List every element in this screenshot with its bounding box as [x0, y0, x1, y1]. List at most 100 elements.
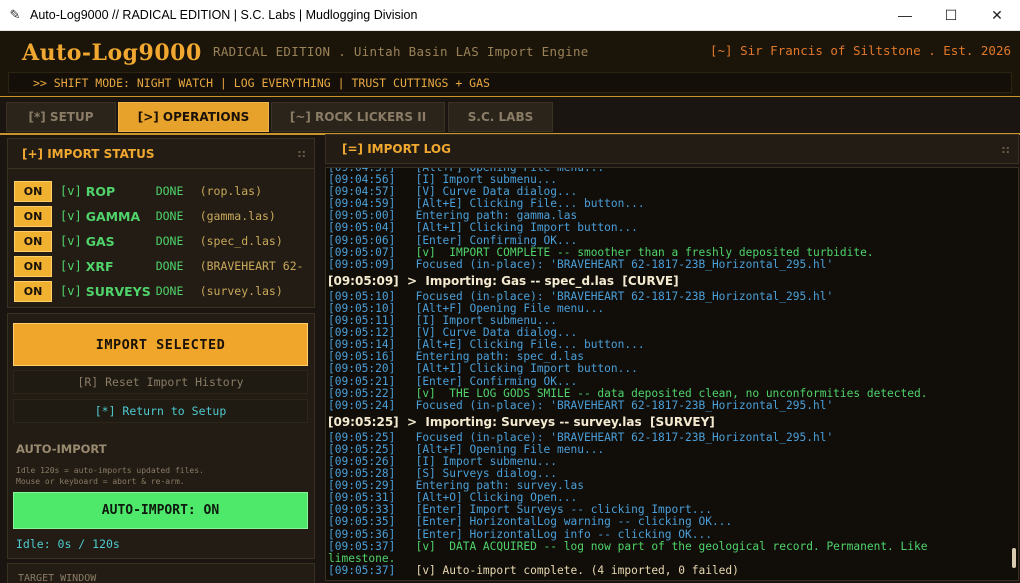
log-timestamp: [09:05:14]	[328, 339, 396, 352]
status-name: XRF	[85, 258, 114, 274]
log-line: [09:04:59] [Alt+E] Clicking File... butt…	[328, 198, 1006, 210]
status-file: (BRAVEHEART 62-	[199, 259, 304, 273]
log-message: [I] Import submenu...	[415, 455, 558, 468]
import-log-header: [=] IMPORT LOG ::	[325, 134, 1019, 164]
import-log[interactable]: [09:04:5?] [Alt+F] Opening File menu...[…	[325, 167, 1019, 581]
log-message: [Alt+O] Clicking Open...	[415, 492, 578, 505]
maximize-button[interactable]: ☐	[928, 0, 974, 31]
log-scrollbar[interactable]	[1012, 548, 1016, 568]
check-icon: [v]	[60, 259, 82, 273]
check-icon: [v]	[60, 234, 82, 248]
log-line: [09:05:22] [v] THE LOG GODS SMILE -- dat…	[328, 388, 1006, 400]
log-message: [Alt+E] Clicking File... button...	[415, 198, 645, 211]
log-message: Focused (in-place): 'BRAVEHEART 62-1817-…	[415, 290, 834, 303]
return-setup-button[interactable]: [*] Return to Setup	[13, 399, 308, 423]
log-message: Focused (in-place): 'BRAVEHEART 62-1817-…	[415, 431, 834, 444]
log-timestamp: [09:05:00]	[328, 210, 396, 223]
toggle-surveys-button[interactable]: ON	[14, 280, 52, 302]
log-message: Focused (in-place): 'BRAVEHEART 62-1817-…	[415, 258, 834, 271]
log-line: [09:05:26] [I] Import submenu...	[328, 456, 1006, 468]
import-status-panel: [+] IMPORT STATUS :: ON [v] ROP DONE (ro…	[7, 138, 315, 308]
drag-grip-icon[interactable]: ::	[297, 147, 306, 160]
idle-counter: Idle: 0s / 120s	[16, 537, 120, 551]
log-timestamp: [09:05:37]	[328, 564, 396, 577]
log-message: [Enter] Confirming OK...	[415, 234, 578, 247]
auto-import-note-line1: Idle 120s = auto-imports updated files.	[16, 466, 204, 475]
check-icon: [v]	[60, 184, 82, 198]
log-line: [09:05:20] [Alt+I] Clicking Import butto…	[328, 363, 1006, 375]
log-message: [I] Import submenu...	[415, 315, 558, 328]
log-line: [09:05:12] [V] Curve Data dialog...	[328, 327, 1006, 339]
log-timestamp: [09:05:36]	[328, 528, 396, 541]
log-timestamp: [09:05:22]	[328, 387, 396, 400]
window-title: Auto-Log9000 // RADICAL EDITION | S.C. L…	[30, 8, 418, 22]
log-timestamp: [09:05:12]	[328, 327, 396, 340]
log-line: [09:05:10] Focused (in-place): 'BRAVEHEA…	[328, 291, 1006, 303]
log-line: [09:05:28] [S] Surveys dialog...	[328, 468, 1006, 480]
status-name: SURVEYS	[85, 283, 151, 299]
status-state: DONE	[155, 234, 184, 248]
log-message: [Enter] HorizontalLog info -- clicking O…	[415, 528, 712, 541]
auto-import-toggle-button[interactable]: AUTO-IMPORT: ON	[13, 492, 308, 529]
log-message: Entering path: survey.las	[415, 480, 584, 493]
toggle-rop-button[interactable]: ON	[14, 180, 52, 202]
log-message: [V] Curve Data dialog...	[415, 186, 578, 199]
toggle-gas-button[interactable]: ON	[14, 230, 52, 252]
log-timestamp: [09:04:57]	[328, 186, 396, 199]
import-status-label: [+] IMPORT STATUS	[22, 147, 155, 161]
log-timestamp: [09:05:06]	[328, 234, 396, 247]
log-timestamp: [09:05:37]	[328, 540, 396, 553]
status-row-gamma: ON [v] GAMMA DONE (gamma.las)	[14, 205, 318, 227]
toggle-xrf-button[interactable]: ON	[14, 255, 52, 277]
log-timestamp: [09:05:09]	[328, 258, 396, 271]
log-timestamp: [09:05:11]	[328, 315, 396, 328]
log-import-header: [09:05:09] > Importing: Gas -- spec_d.la…	[328, 273, 679, 288]
reset-history-button[interactable]: [R] Reset Import History	[13, 370, 308, 394]
log-timestamp: [09:05:29]	[328, 480, 396, 493]
tab-sc-labs[interactable]: S.C. LABS	[448, 102, 553, 132]
log-timestamp: [09:05:16]	[328, 351, 396, 364]
close-button[interactable]: ✕	[974, 0, 1020, 31]
import-selected-button[interactable]: IMPORT SELECTED	[13, 323, 308, 366]
log-lines: [09:04:5?] [Alt+F] Opening File menu...[…	[328, 167, 1006, 577]
log-timestamp: [09:05:25]	[328, 431, 396, 444]
log-line: [09:05:25] [Alt+F] Opening File menu...	[328, 444, 1006, 456]
log-timestamp: [09:05:28]	[328, 468, 396, 481]
log-line: [09:05:04] [Alt+I] Clicking Import butto…	[328, 222, 1006, 234]
app-brand: Auto-Log9000	[22, 40, 202, 66]
tab-operations[interactable]: [>] OPERATIONS	[118, 102, 269, 132]
log-timestamp: [09:05:20]	[328, 363, 396, 376]
log-line: [09:05:16] Entering path: spec_d.las	[328, 351, 1006, 363]
log-message: [Enter] Import Surveys -- clicking Impor…	[415, 504, 712, 517]
minimize-button[interactable]: —	[882, 0, 928, 31]
status-file: (rop.las)	[199, 184, 262, 198]
drag-grip-icon[interactable]: ::	[1001, 143, 1010, 156]
log-line: [09:05:36] [Enter] HorizontalLog info --…	[328, 529, 1006, 541]
log-timestamp: [09:04:5?]	[328, 167, 396, 174]
log-line: [09:05:14] [Alt+E] Clicking File... butt…	[328, 339, 1006, 351]
tab-bar: [*] SETUP [>] OPERATIONS [~] ROCK LICKER…	[0, 98, 1020, 134]
tab-rock-lickers[interactable]: [~] ROCK LICKERS II	[271, 102, 445, 132]
log-line: [09:05:31] [Alt+O] Clicking Open...	[328, 492, 1006, 504]
log-timestamp: [09:04:56]	[328, 174, 396, 187]
status-row-surveys: ON [v] SURVEYS DONE (survey.las)	[14, 280, 318, 302]
status-row-rop: ON [v] ROP DONE (rop.las)	[14, 180, 318, 202]
log-timestamp: [09:05:21]	[328, 375, 396, 388]
status-file: (gamma.las)	[199, 209, 276, 223]
log-line: [09:04:5?] [Alt+F] Opening File menu...	[328, 167, 1006, 174]
window-titlebar: ✎ Auto-Log9000 // RADICAL EDITION | S.C.…	[0, 0, 1020, 31]
log-message: [v] THE LOG GODS SMILE -- data deposited…	[415, 387, 928, 400]
log-import-header: [09:05:25] > Importing: Surveys -- surve…	[328, 414, 715, 429]
tab-setup[interactable]: [*] SETUP	[6, 102, 116, 132]
log-line: [09:05:29] Entering path: survey.las	[328, 480, 1006, 492]
log-timestamp: [09:05:10]	[328, 302, 396, 315]
check-icon: [v]	[60, 284, 82, 298]
status-file: (survey.las)	[199, 284, 283, 298]
toggle-gamma-button[interactable]: ON	[14, 205, 52, 227]
log-line: [09:05:35] [Enter] HorizontalLog warning…	[328, 516, 1006, 528]
log-timestamp: [09:05:35]	[328, 516, 396, 529]
log-message: [V] Curve Data dialog...	[415, 327, 578, 340]
log-message: [Enter] Confirming OK...	[415, 375, 578, 388]
log-line: [09:05:10] [Alt+F] Opening File menu...	[328, 303, 1006, 315]
log-line: [09:05:33] [Enter] Import Surveys -- cli…	[328, 504, 1006, 516]
